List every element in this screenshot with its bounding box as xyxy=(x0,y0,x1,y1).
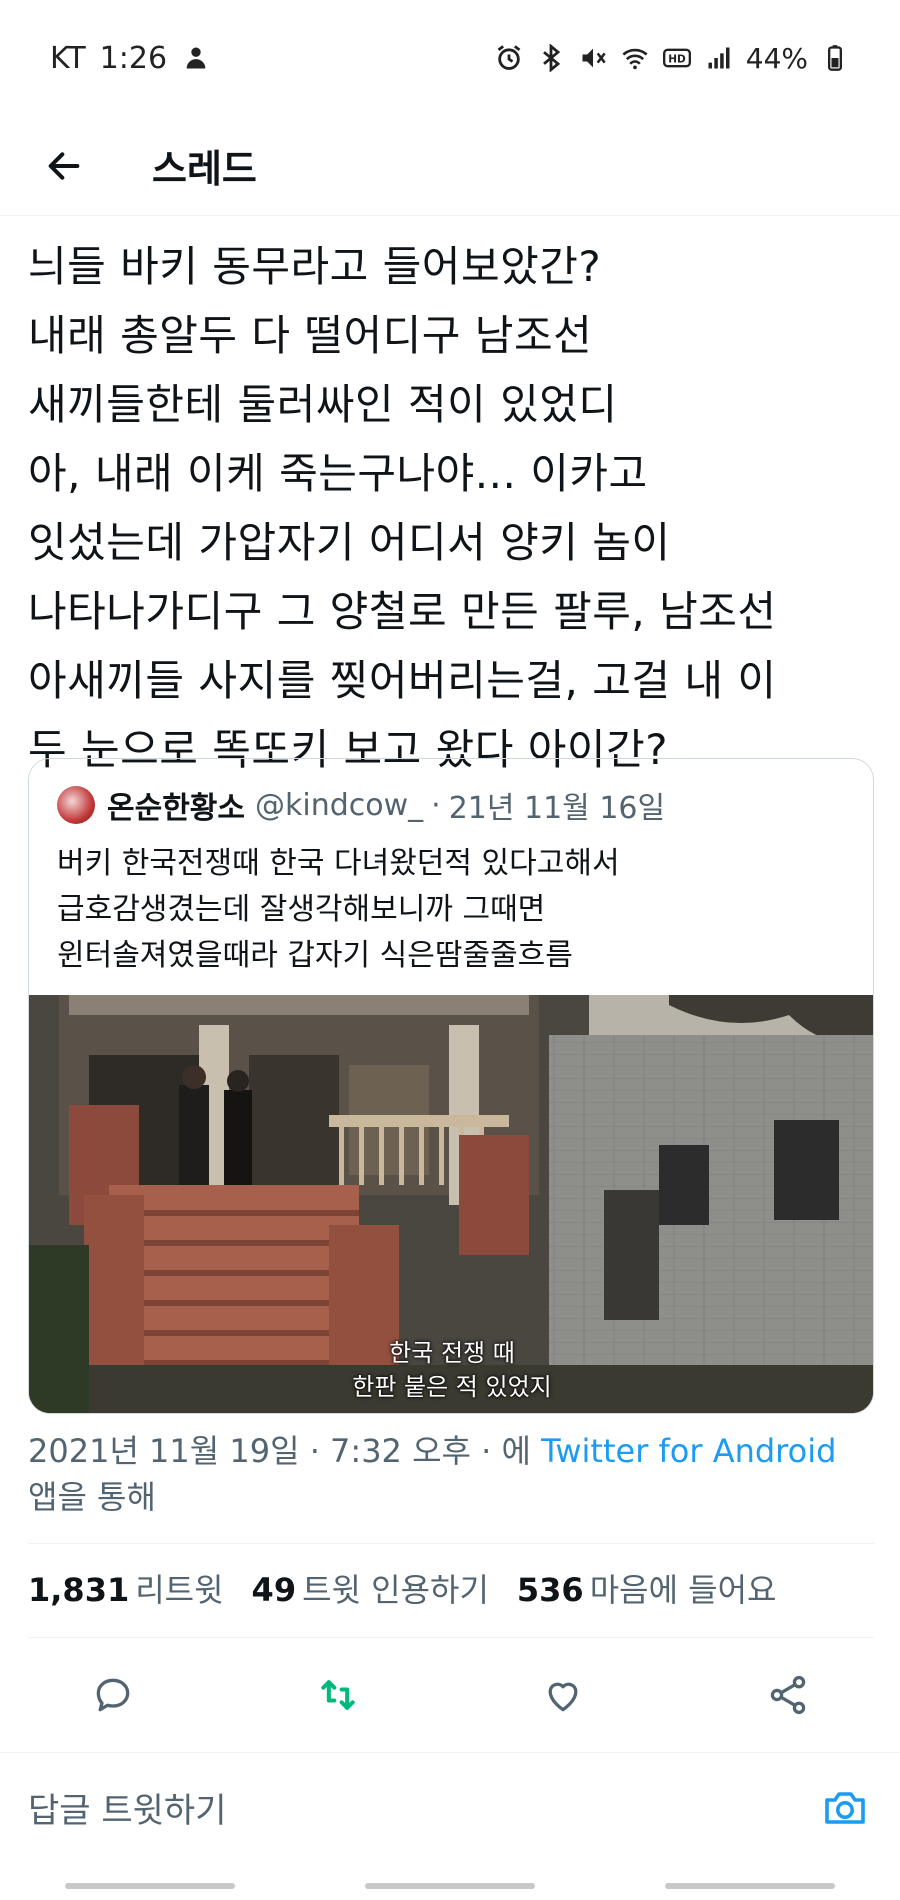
nav-home-button[interactable] xyxy=(365,1883,535,1889)
share-icon xyxy=(770,1675,805,1715)
status-left: KT 1:26 xyxy=(50,41,211,76)
likes-count: 536 xyxy=(516,1571,584,1609)
quote-tweets-label: 트윗 인용하기 xyxy=(302,1571,489,1609)
quoted-tweet-text: 버키 한국전쟁때 한국 다녀왔던적 있다고해서 급호감생겼는데 잘생각해보니까 … xyxy=(57,846,620,973)
tweet-stats: 1,831 리트윗 49 트윗 인용하기 536 마음에 들어요 xyxy=(28,1560,874,1616)
svg-text:HD: HD xyxy=(668,54,686,66)
source-suffix: 앱을 통해 xyxy=(28,1478,156,1516)
quoted-author-handle: @kindcow_ xyxy=(255,787,424,823)
status-right: HD 44% xyxy=(494,42,850,75)
heart-icon xyxy=(548,1682,577,1712)
avatar xyxy=(57,786,95,824)
share-button[interactable] xyxy=(756,1663,820,1727)
battery-icon xyxy=(820,43,850,73)
reply-input[interactable]: 답글 트윗하기 xyxy=(28,1783,227,1832)
divider xyxy=(28,1543,874,1544)
back-button[interactable] xyxy=(40,142,88,190)
quoted-author-name: 온순한황소 xyxy=(107,791,245,826)
tweet-timestamp: 2021년 11월 19일 · 7:32 오후 · 에 xyxy=(28,1432,531,1470)
signal-icon xyxy=(704,43,734,73)
quoted-tweet-image[interactable]: 한국 전쟁 때 한판 붙은 적 있었지 xyxy=(29,995,873,1413)
retweets-label: 리트윗 xyxy=(135,1571,224,1609)
battery-percent: 44% xyxy=(745,41,808,75)
hd-icon: HD xyxy=(662,43,692,73)
carrier: KT xyxy=(50,40,86,76)
clock: 1:26 xyxy=(99,40,168,76)
tweet-text: 늬들 바키 동무라고 들어보았간? 내래 총알두 다 떨어디구 남조선 새끼들한… xyxy=(28,242,777,774)
retweet-button[interactable] xyxy=(306,1663,370,1727)
tweet-actions xyxy=(0,1655,900,1735)
likes-label: 마음에 들어요 xyxy=(589,1571,777,1609)
retweets-count: 1,831 xyxy=(28,1571,130,1609)
alarm-icon xyxy=(494,43,524,73)
thread-screen: KT 1:26 HD 44% 스레드 늬들 바키 동무라고 들어보았간? 내래 … xyxy=(0,0,900,1900)
reply-composer: 답글 트윗하기 xyxy=(0,1752,900,1862)
retweets-stat[interactable]: 1,831 리트윗 xyxy=(28,1565,224,1611)
arrow-left-icon xyxy=(48,151,80,180)
notification-person-icon xyxy=(181,43,211,73)
tweet-meta: 2021년 11월 19일 · 7:32 오후 · 에 Twitter for … xyxy=(28,1428,868,1520)
wifi-icon xyxy=(620,43,650,73)
quoted-tweet-header: 온순한황소 @kindcow_ · 21년 11월 16일 xyxy=(29,777,873,833)
divider xyxy=(28,1637,874,1638)
reply-button[interactable] xyxy=(81,1663,145,1727)
video-subtitle-line-1: 한국 전쟁 때 xyxy=(389,1339,515,1367)
status-bar: KT 1:26 HD 44% xyxy=(0,0,900,116)
like-button[interactable] xyxy=(531,1663,595,1727)
retweet-icon xyxy=(320,1680,355,1710)
likes-stat[interactable]: 536 마음에 들어요 xyxy=(517,1565,777,1611)
bluetooth-icon xyxy=(536,43,566,73)
nav-recents-button[interactable] xyxy=(65,1883,235,1889)
app-header: 스레드 xyxy=(0,116,900,216)
quoted-tweet-date: 21년 11월 16일 xyxy=(448,791,666,826)
system-nav-bar xyxy=(0,1872,900,1900)
page-title: 스레드 xyxy=(152,147,257,191)
reply-icon xyxy=(96,1678,129,1712)
quote-tweets-stat[interactable]: 49 트윗 인용하기 xyxy=(252,1565,489,1611)
video-subtitle-line-2: 한판 붙은 적 있었지 xyxy=(352,1373,552,1401)
nav-back-button[interactable] xyxy=(665,1883,835,1889)
quoted-tweet-card[interactable]: 온순한황소 @kindcow_ · 21년 11월 16일 버키 한국전쟁때 한… xyxy=(28,758,874,1414)
quote-tweets-count: 49 xyxy=(251,1571,297,1609)
camera-button[interactable] xyxy=(818,1781,872,1835)
separator: · xyxy=(431,787,441,823)
mute-icon xyxy=(578,43,608,73)
camera-icon xyxy=(825,1791,865,1824)
source-link[interactable]: Twitter for Android xyxy=(541,1432,836,1470)
